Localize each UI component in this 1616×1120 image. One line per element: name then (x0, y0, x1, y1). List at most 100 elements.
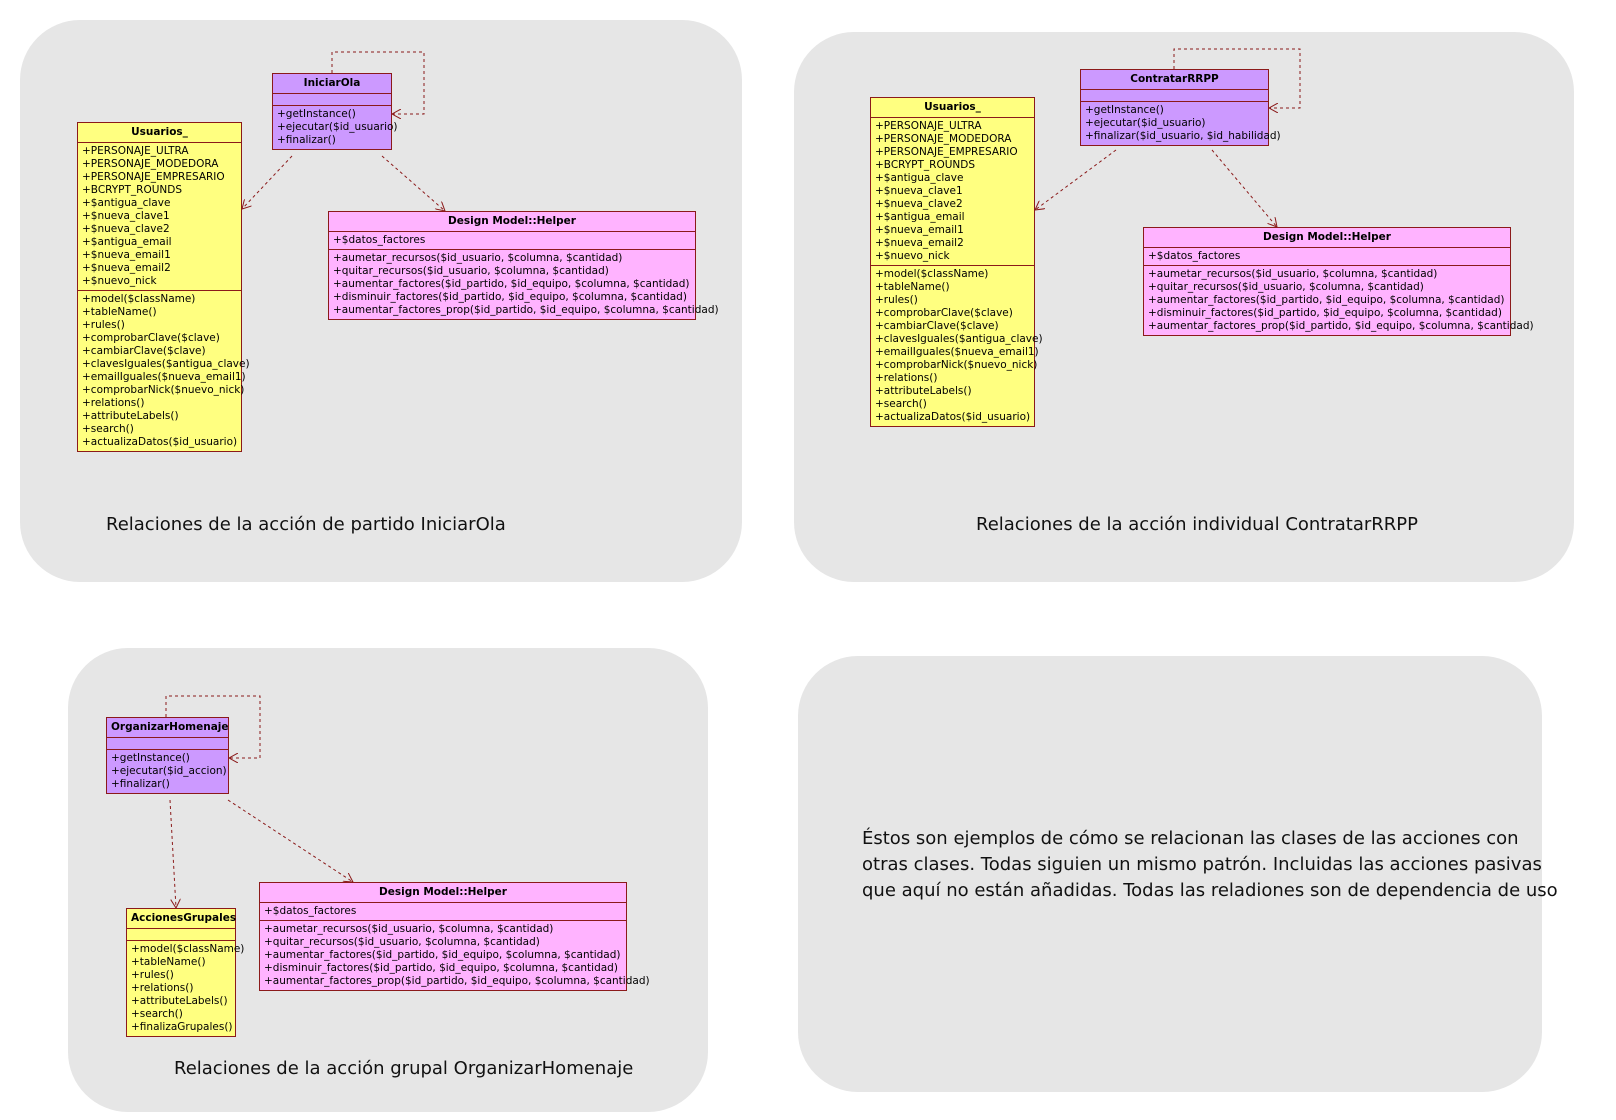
method: +aumentar_factores_prop($id_partido, $id… (333, 304, 719, 316)
method: +search() (131, 1008, 183, 1020)
attribute: +PERSONAJE_MODEDORA (875, 133, 1012, 145)
method: +rules() (82, 319, 125, 331)
method: +search() (82, 423, 134, 435)
method: +actualizaDatos($id_usuario) (875, 411, 1031, 423)
attributes-section (1081, 90, 1268, 102)
attribute: +$nueva_clave1 (875, 185, 963, 197)
method: +getInstance() (277, 108, 356, 120)
attribute: +$nueva_email1 (875, 224, 964, 236)
attributes-section (273, 94, 391, 106)
class-name: Usuarios_ (871, 98, 1034, 118)
methods-section: +model($className) +tableName() +rules()… (78, 291, 250, 451)
method: +aumentar_factores_prop($id_partido, $id… (1148, 320, 1534, 332)
method: +clavesIguales($antigua_clave) (82, 358, 250, 370)
methods-section: +model($className) +tableName() +rules()… (871, 266, 1043, 426)
attribute: +$datos_factores (1148, 250, 1241, 262)
note-line: que aquí no están añadidas. Todas las re… (862, 880, 1558, 901)
class-name: ContratarRRPP (1081, 70, 1268, 90)
method: +rules() (131, 969, 174, 981)
caption-organizarhomenaje: Relaciones de la acción grupal Organizar… (174, 1058, 634, 1079)
attribute: +BCRYPT_ROUNDS (82, 184, 183, 196)
method: +aumetar_recursos($id_usuario, $columna,… (264, 923, 554, 935)
method: +model($className) (875, 268, 989, 280)
class-helper[interactable]: Design Model::Helper +$datos_factores +a… (259, 882, 650, 991)
method: +emailIguales($nueva_email1) (82, 371, 246, 383)
attribute: +$antigua_clave (875, 172, 964, 184)
class-helper[interactable]: Design Model::Helper +$datos_factores +a… (1143, 227, 1534, 336)
methods-section: +aumetar_recursos($id_usuario, $columna,… (260, 921, 650, 990)
attribute: +$antigua_email (82, 236, 172, 248)
methods-section: +getInstance() +ejecutar($id_accion) +fi… (107, 750, 228, 793)
attribute: +$datos_factores (264, 905, 357, 917)
note-line: Éstos son ejemplos de cómo se relacionan… (862, 828, 1519, 849)
attribute: +PERSONAJE_EMPRESARIO (875, 146, 1018, 158)
method: +comprobarClave($clave) (875, 307, 1013, 319)
class-name: AccionesGrupales (127, 909, 236, 929)
class-accionesgrupales[interactable]: AccionesGrupales +model($className) +tab… (126, 908, 244, 1037)
method: +attributeLabels() (875, 385, 972, 397)
method: +ejecutar($id_usuario) (1085, 117, 1206, 129)
class-helper[interactable]: Design Model::Helper +$datos_factores +a… (328, 211, 719, 320)
method: +aumentar_factores($id_partido, $id_equi… (333, 278, 690, 290)
method: +tableName() (875, 281, 950, 293)
attributes-section: +$datos_factores (1144, 248, 1510, 266)
method: +disminuir_factores($id_partido, $id_equ… (333, 291, 687, 303)
method: +finalizar($id_usuario, $id_habilidad) (1085, 130, 1281, 142)
attributes-section: +PERSONAJE_ULTRA +PERSONAJE_MODEDORA +PE… (78, 143, 241, 291)
attributes-section: +PERSONAJE_ULTRA +PERSONAJE_MODEDORA +PE… (871, 118, 1034, 266)
method: +relations() (82, 397, 145, 409)
method: +getInstance() (111, 752, 190, 764)
class-organizarhomenaje[interactable]: OrganizarHomenaje +getInstance() +ejecut… (106, 717, 229, 794)
method: +aumentar_factores_prop($id_partido, $id… (264, 975, 650, 987)
class-name: OrganizarHomenaje (107, 718, 229, 738)
method: +comprobarNick($nuevo_nick) (82, 384, 245, 396)
attribute: +PERSONAJE_ULTRA (875, 120, 982, 132)
attribute: +$antigua_email (875, 211, 965, 223)
method: +aumetar_recursos($id_usuario, $columna,… (333, 252, 623, 264)
method: +comprobarClave($clave) (82, 332, 220, 344)
class-contratarrrpp[interactable]: ContratarRRPP +getInstance() +ejecutar($… (1080, 69, 1281, 146)
method: +relations() (875, 372, 938, 384)
method: +model($className) (82, 293, 196, 305)
attribute: +$antigua_clave (82, 197, 171, 209)
methods-section: +aumetar_recursos($id_usuario, $columna,… (329, 250, 719, 319)
method: +aumentar_factores($id_partido, $id_equi… (264, 949, 621, 961)
class-usuarios[interactable]: Usuarios_ +PERSONAJE_ULTRA +PERSONAJE_MO… (77, 122, 250, 452)
attributes-section: +$datos_factores (260, 903, 626, 921)
method: +finalizar() (277, 134, 336, 146)
method: +quitar_recursos($id_usuario, $columna, … (1148, 281, 1424, 293)
attribute: +$nueva_email1 (82, 249, 171, 261)
explanation-note: Éstos son ejemplos de cómo se relacionan… (862, 826, 1558, 904)
method: +disminuir_factores($id_partido, $id_equ… (1148, 307, 1502, 319)
method: +ejecutar($id_accion) (111, 765, 227, 777)
caption-contratarrrpp: Relaciones de la acción individual Contr… (976, 514, 1419, 535)
method: +quitar_recursos($id_usuario, $columna, … (333, 265, 609, 277)
attribute: +$nueva_clave2 (875, 198, 963, 210)
method: +getInstance() (1085, 104, 1164, 116)
class-usuarios[interactable]: Usuarios_ +PERSONAJE_ULTRA +PERSONAJE_MO… (870, 97, 1043, 427)
class-name: Design Model::Helper (1144, 228, 1510, 248)
attributes-section (107, 738, 228, 750)
attribute: +$nueva_clave1 (82, 210, 170, 222)
method: +cambiarClave($clave) (875, 320, 999, 332)
class-name: Design Model::Helper (260, 883, 626, 903)
method: +aumetar_recursos($id_usuario, $columna,… (1148, 268, 1438, 280)
method: +tableName() (131, 956, 206, 968)
class-iniciarola[interactable]: IniciarOla +getInstance() +ejecutar($id_… (272, 73, 398, 150)
method: +rules() (875, 294, 918, 306)
attribute: +PERSONAJE_ULTRA (82, 145, 189, 157)
attribute: +$nuevo_nick (875, 250, 950, 262)
caption-iniciarola: Relaciones de la acción de partido Inici… (106, 514, 506, 535)
method: +finalizaGrupales() (131, 1021, 233, 1033)
method: +actualizaDatos($id_usuario) (82, 436, 238, 448)
attribute: +$datos_factores (333, 234, 426, 246)
attribute: +PERSONAJE_EMPRESARIO (82, 171, 225, 183)
method: +search() (875, 398, 927, 410)
class-name: IniciarOla (273, 74, 391, 94)
attribute: +BCRYPT_ROUNDS (875, 159, 976, 171)
attribute: +$nuevo_nick (82, 275, 157, 287)
attribute: +$nueva_email2 (875, 237, 964, 249)
method: +relations() (131, 982, 194, 994)
method: +aumentar_factores($id_partido, $id_equi… (1148, 294, 1505, 306)
class-name: Usuarios_ (78, 123, 241, 143)
